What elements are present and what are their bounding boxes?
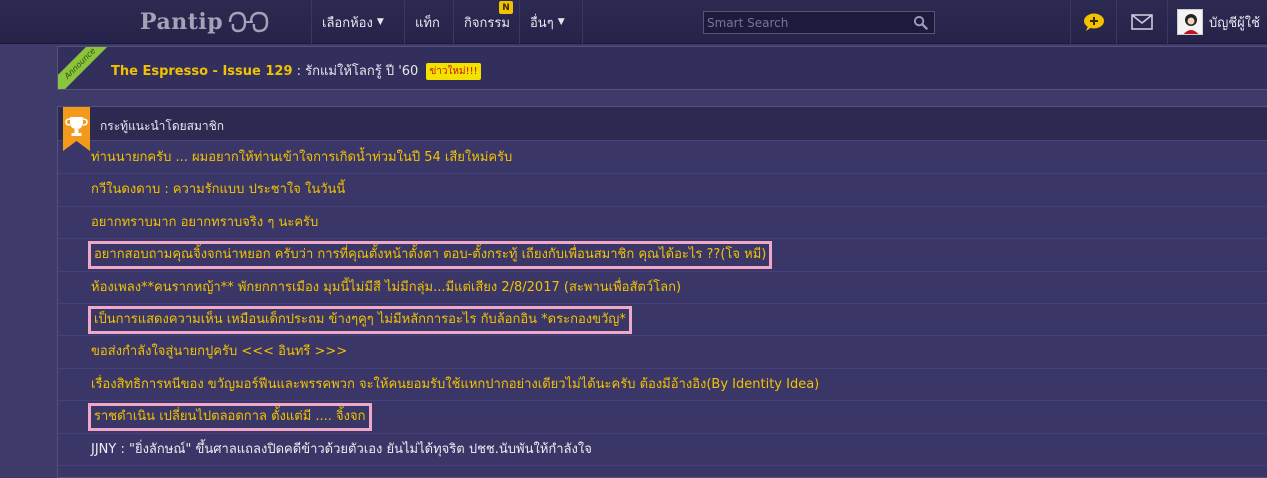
panel-header: กระทู้แนะนำโดยสมาชิก	[58, 107, 1267, 151]
list-item-highlighted[interactable]: ราชดำเนิน เปลี่ยนไปตลอดกาล ตั้งแต่มี ...…	[58, 401, 1267, 434]
pantip-logo-mark-icon	[228, 11, 269, 33]
nav-tags-label: แท็ก	[415, 15, 440, 31]
chevron-down-icon: ▼	[557, 17, 565, 27]
envelope-icon	[1131, 14, 1153, 30]
speech-bubble-plus-icon	[1083, 13, 1104, 31]
account-label: บัญชีผู้ใช้	[1209, 15, 1260, 31]
logo-text: Pantip	[140, 9, 224, 35]
announcement-bar: Announce The Espresso - Issue 129 : รักแ…	[57, 46, 1267, 90]
panel-title: กระทู้แนะนำโดยสมาชิก	[100, 119, 225, 133]
topic-link[interactable]: ขอส่งกำลังใจสู่นายกปูครับ <<< อินทรี >>>	[88, 340, 350, 364]
announcement-link[interactable]: The Espresso - Issue 129	[111, 64, 293, 79]
list-item[interactable]: เรื่องสิทธิการหนีของ ขวัญมอร์ฟีนและพรรคพ…	[58, 369, 1267, 402]
topic-link[interactable]: กวีในดงดาบ : ความรักแบบ ประชาใจ ในวันนี้	[88, 178, 348, 202]
pantip-logo[interactable]: Pantip	[140, 6, 271, 38]
create-topic-button[interactable]	[1070, 0, 1116, 44]
announcement-text: The Espresso - Issue 129 : รักแม่ให้โลกร…	[111, 60, 481, 81]
topic-link[interactable]: ห้องเพลง**คนรากหญ้า** พักยกการเมือง มุมน…	[88, 276, 684, 300]
topic-link[interactable]: ท่านนายกครับ ... ผมอยากให้ท่านเข้าใจการเ…	[88, 146, 515, 170]
topic-link[interactable]: JJNY : "ยิ่งลักษณ์" ขึ้นศาลแถลงปิดคดีข้า…	[88, 438, 595, 462]
top-navigation-bar: Pantip เลือกห้อง ▼ แท็ก กิจกรรม N อื่นๆ …	[0, 0, 1267, 44]
user-account-menu[interactable]: บัญชีผู้ใช้	[1167, 0, 1267, 44]
news-badge: ข่าวใหม่!!!	[426, 63, 481, 80]
search-box	[703, 11, 935, 34]
nav-tags[interactable]: แท็ก	[404, 0, 453, 44]
avatar	[1177, 9, 1203, 35]
chevron-down-icon: ▼	[376, 17, 384, 27]
nav-more[interactable]: อื่นๆ ▼	[519, 0, 583, 44]
list-item[interactable]: ท่านนายกครับ ... ผมอยากให้ท่านเข้าใจการเ…	[58, 142, 1267, 175]
list-item[interactable]: ห้องเพลง**คนรากหญ้า** พักยกการเมือง มุมน…	[58, 272, 1267, 304]
search-icon[interactable]	[913, 15, 928, 30]
user-avatar-icon	[1178, 10, 1202, 34]
topic-link[interactable]: เป็นการแสดงความเห็น เหมือนเด็กประถม ข้าง…	[88, 305, 632, 334]
list-item[interactable]: ขอส่งกำลังใจสู่นายกปูครับ <<< อินทรี >>>	[58, 336, 1267, 369]
nav-rooms[interactable]: เลือกห้อง ▼	[311, 0, 404, 44]
nav-more-label: อื่นๆ	[530, 15, 554, 31]
topic-link[interactable]: อยากสอบถามคุณจิ้งจกน่าหยอก ครับว่า การที…	[88, 241, 773, 270]
announcement-subtitle: : รักแม่ให้โลกรู้ ปี '60	[292, 64, 419, 79]
list-item-highlighted[interactable]: อยากสอบถามคุณจิ้งจกน่าหยอก ครับว่า การที…	[58, 239, 1267, 272]
list-item[interactable]: อยากทราบมาก อยากทราบจริง ๆ นะครับ	[58, 207, 1267, 240]
topic-link[interactable]: อยากทราบมาก อยากทราบจริง ๆ นะครับ	[88, 211, 321, 235]
topic-link[interactable]: ราชดำเนิน เปลี่ยนไปตลอดกาล ตั้งแต่มี ...…	[88, 403, 372, 432]
nav-activities-label: กิจกรรม	[464, 15, 510, 31]
topic-list: ท่านนายกครับ ... ผมอยากให้ท่านเข้าใจการเ…	[58, 142, 1267, 466]
search-input[interactable]	[704, 12, 904, 33]
recommended-topics-panel: กระทู้แนะนำโดยสมาชิก ท่านนายกครับ ... ผม…	[57, 106, 1267, 478]
messages-button[interactable]	[1116, 0, 1167, 44]
announce-ribbon: Announce	[58, 47, 114, 89]
nav-activities[interactable]: กิจกรรม N	[453, 0, 519, 44]
topic-link[interactable]: เรื่องสิทธิการหนีของ ขวัญมอร์ฟีนและพรรคพ…	[88, 373, 822, 397]
list-item[interactable]: กวีในดงดาบ : ความรักแบบ ประชาใจ ในวันนี้	[58, 174, 1267, 207]
nav-rooms-label: เลือกห้อง	[322, 15, 373, 31]
list-item[interactable]: JJNY : "ยิ่งลักษณ์" ขึ้นศาลแถลงปิดคดีข้า…	[58, 434, 1267, 466]
list-item-highlighted[interactable]: เป็นการแสดงความเห็น เหมือนเด็กประถม ข้าง…	[58, 304, 1267, 337]
new-badge: N	[499, 1, 513, 14]
